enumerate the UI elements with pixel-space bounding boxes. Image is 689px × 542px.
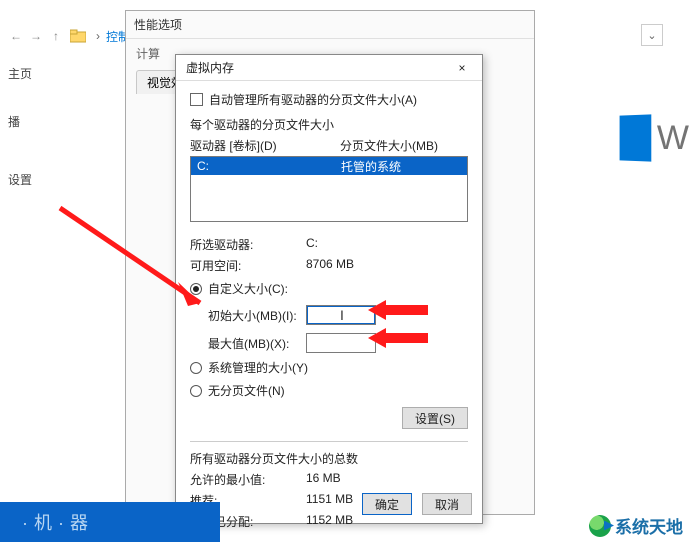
nav-up-icon[interactable]: ↑ — [46, 26, 66, 46]
nav-back-icon[interactable]: ← — [6, 26, 26, 46]
close-button[interactable]: × — [448, 58, 476, 78]
drive-list[interactable]: C: 托管的系统 — [190, 156, 468, 222]
left-nav-item[interactable]: 主页 — [8, 60, 32, 88]
left-nav: 主页 播 设置 — [8, 60, 32, 194]
rec-value: 1151 MB — [306, 492, 353, 509]
drive-row[interactable]: C: 托管的系统 — [191, 157, 467, 175]
selected-drive-value: C: — [306, 236, 318, 253]
watermark: 系统天地 — [589, 513, 683, 538]
chevron-right-icon: › — [96, 29, 100, 43]
drive-letter: C: — [197, 159, 341, 173]
selected-drive-label: 所选驱动器: — [190, 236, 306, 253]
watermark-text: 系统天地 — [615, 513, 683, 538]
initial-size-input[interactable] — [306, 305, 376, 325]
watermark-icon — [589, 515, 611, 537]
radio-no-paging-label: 无分页文件(N) — [208, 382, 285, 399]
left-nav-item[interactable]: 播 — [8, 108, 32, 136]
search-dropdown[interactable]: ⌄ — [641, 24, 663, 46]
drive-status: 托管的系统 — [341, 158, 401, 175]
radio-custom-label: 自定义大小(C): — [208, 280, 288, 297]
left-nav-item[interactable]: 设置 — [8, 166, 32, 194]
nav-fwd-icon: → — [26, 26, 46, 46]
col-drive: 驱动器 [卷标](D) — [190, 137, 340, 154]
radio-custom-size[interactable] — [190, 283, 202, 295]
max-size-input[interactable] — [306, 333, 376, 353]
folder-icon — [70, 28, 86, 44]
min-value: 16 MB — [306, 471, 341, 488]
cur-value: 1152 MB — [306, 513, 353, 530]
ok-button[interactable]: 确定 — [362, 493, 412, 515]
taskbar: ·机·器 — [0, 502, 220, 542]
radio-system-managed[interactable] — [190, 362, 202, 374]
set-button[interactable]: 设置(S) — [402, 407, 468, 429]
cancel-button[interactable]: 取消 — [422, 493, 472, 515]
radio-no-paging[interactable] — [190, 385, 202, 397]
virtual-memory-dialog: 虚拟内存 × 自动管理所有驱动器的分页文件大小(A) 每个驱动器的分页文件大小 … — [175, 54, 483, 524]
taskbar-text: ·机·器 — [22, 509, 94, 535]
drives-group-label: 每个驱动器的分页文件大小 — [190, 116, 468, 133]
auto-manage-label: 自动管理所有驱动器的分页文件大小(A) — [209, 91, 417, 108]
vm-title: 虚拟内存 — [186, 59, 234, 76]
min-label: 允许的最小值: — [190, 471, 306, 488]
initial-size-label: 初始大小(MB)(I): — [190, 307, 306, 324]
free-space-label: 可用空间: — [190, 257, 306, 274]
drive-list-header: 驱动器 [卷标](D) 分页文件大小(MB) — [190, 137, 468, 154]
totals-label: 所有驱动器分页文件大小的总数 — [190, 450, 468, 467]
max-size-label: 最大值(MB)(X): — [190, 335, 306, 352]
radio-system-label: 系统管理的大小(Y) — [208, 359, 308, 376]
auto-manage-checkbox[interactable] — [190, 93, 203, 106]
chevron-down-icon: ⌄ — [647, 29, 656, 42]
free-space-value: 8706 MB — [306, 257, 354, 274]
col-size: 分页文件大小(MB) — [340, 137, 438, 154]
windows-logo: W — [619, 108, 689, 168]
